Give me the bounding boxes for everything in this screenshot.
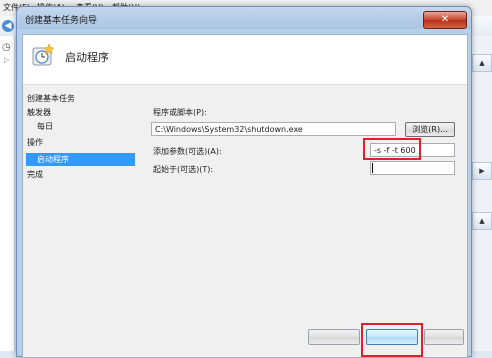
nav-item-create-basic-task-label: 创建基本任务	[27, 94, 75, 103]
close-button[interactable]: ✕	[423, 11, 467, 29]
dialog-title: 创建基本任务向导	[25, 16, 98, 26]
program-path-input[interactable]	[151, 122, 396, 136]
browse-button[interactable]: 浏览(R)...	[405, 122, 455, 137]
clock-icon: ◷	[2, 42, 11, 53]
nav-item-trigger-label[interactable]: 触发器	[27, 107, 51, 118]
create-basic-task-dialog: 创建基本任务向导 ✕ 启动程序 创建基本任务 触发器 每日 操作 启动程序 完成…	[16, 6, 472, 358]
next-highlight-box	[361, 323, 423, 357]
back-button[interactable]	[308, 329, 360, 345]
task-clock-icon	[32, 43, 55, 66]
page-title: 启动程序	[65, 51, 109, 64]
text-cursor	[372, 163, 373, 173]
cancel-button[interactable]	[424, 329, 464, 345]
arguments-highlight-box	[363, 138, 421, 160]
nav-item-start-program-label[interactable]: 启动程序	[37, 154, 69, 165]
nav-item-action-label[interactable]: 操作	[27, 137, 43, 148]
collapse-up-icon-2[interactable]: ▲	[472, 212, 492, 230]
background-actions-pane	[470, 36, 492, 351]
browse-button-label: 浏览(R)...	[412, 125, 448, 134]
arguments-label: 添加参数(可选)(A):	[153, 147, 222, 156]
close-icon: ✕	[440, 14, 450, 25]
dialog-header: 启动程序	[23, 35, 467, 85]
back-arrow-icon[interactable]: ◀	[2, 20, 14, 32]
expand-triangle-icon[interactable]: ▷	[4, 56, 9, 64]
collapse-up-icon[interactable]: ▲	[472, 54, 492, 72]
start-in-input[interactable]	[370, 161, 455, 175]
dialog-client-area: 启动程序 创建基本任务 触发器 每日 操作 启动程序 完成 程序或脚本(P): …	[22, 34, 468, 358]
nav-item-daily-label[interactable]: 每日	[37, 121, 53, 132]
expand-right-icon[interactable]: ▶	[472, 162, 492, 180]
background-tree-pane	[0, 36, 15, 351]
nav-item-finish-label[interactable]: 完成	[27, 169, 43, 180]
program-label: 程序或脚本(P):	[153, 108, 207, 117]
start-in-label: 起始于(可选)(T):	[153, 165, 214, 174]
